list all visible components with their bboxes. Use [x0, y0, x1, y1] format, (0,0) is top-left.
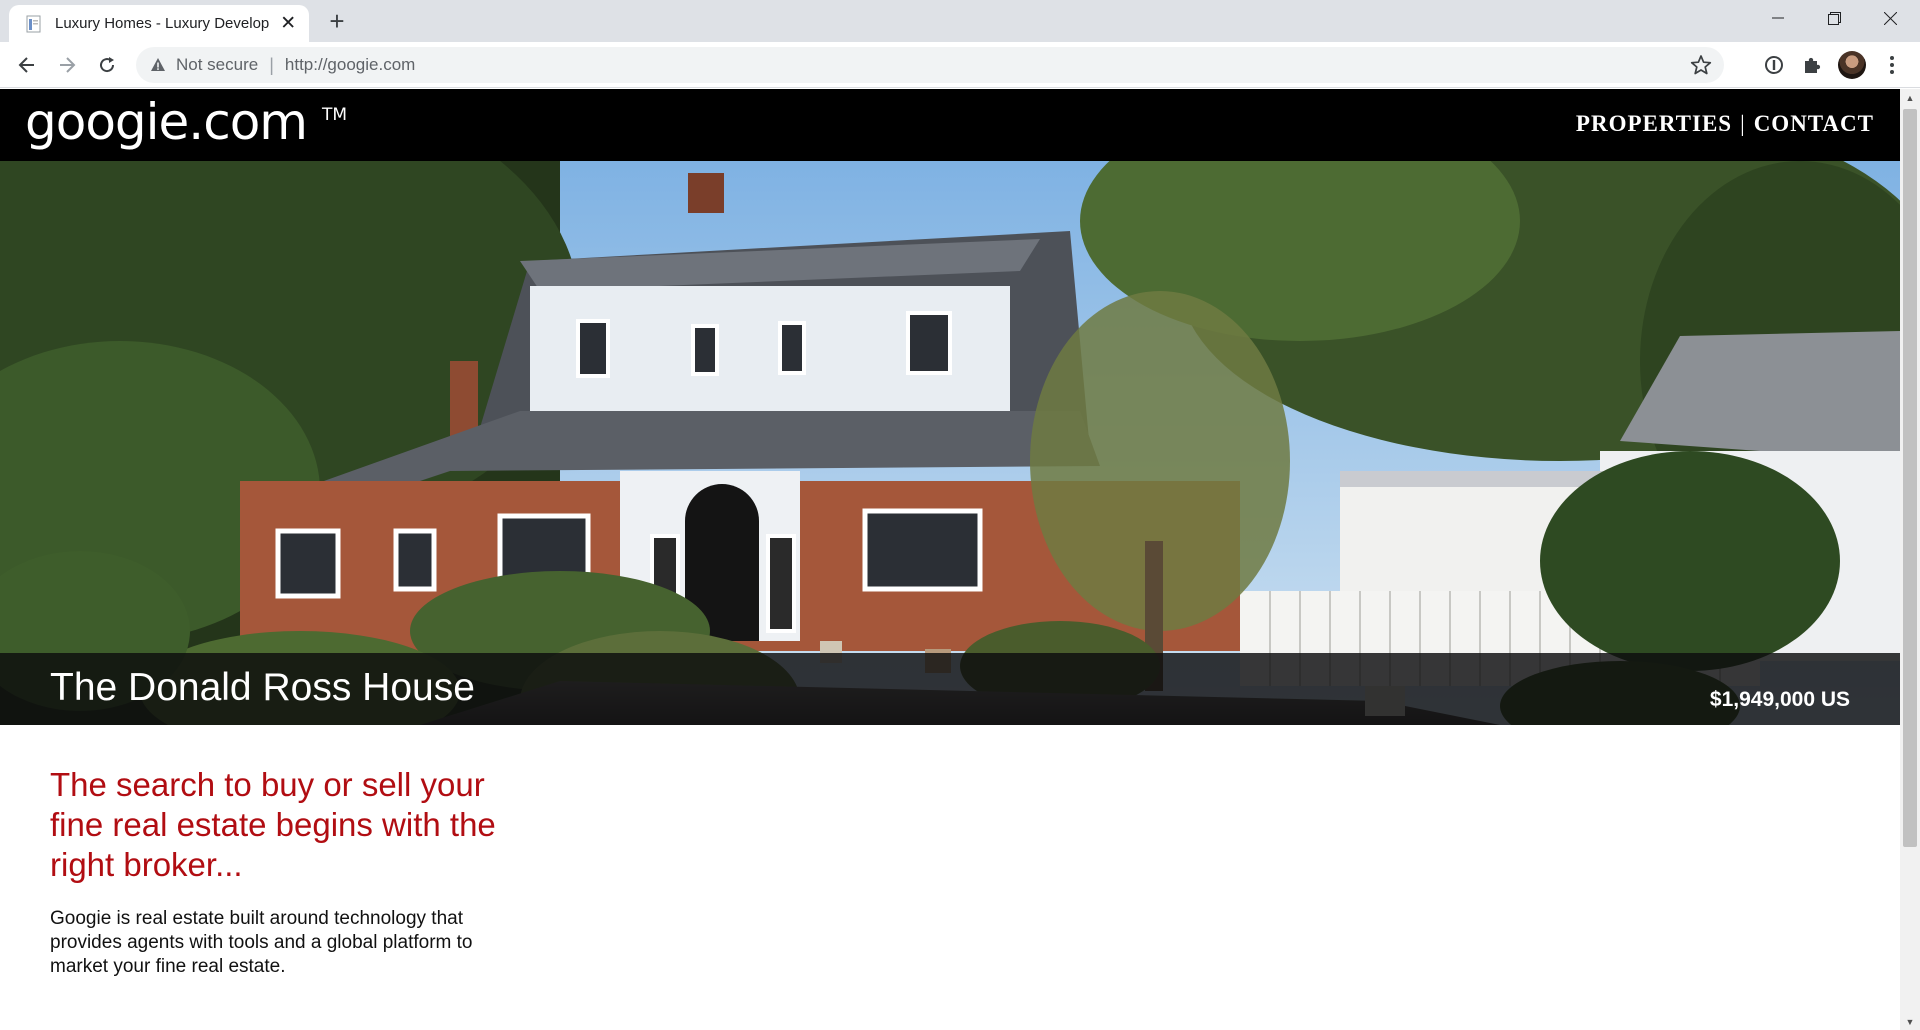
password-manager-icon[interactable] [1762, 53, 1786, 77]
tab-strip: Luxury Homes - Luxury Developm ✕ + [0, 0, 1920, 42]
restore-button[interactable] [1806, 0, 1862, 36]
security-indicator[interactable]: Not secure [150, 55, 258, 75]
property-price: $1,949,000 US [1709, 688, 1850, 711]
page-viewport: googie.com TM PROPERTIES | CONTACT The D… [0, 89, 1900, 1030]
scrollbar-thumb[interactable] [1903, 109, 1917, 847]
nav-contact-link[interactable]: CONTACT [1754, 111, 1874, 137]
page-favicon-icon [25, 15, 43, 33]
site-logo[interactable]: googie.com [25, 93, 308, 151]
extensions-puzzle-icon[interactable] [1800, 53, 1824, 77]
reload-icon [100, 57, 115, 73]
site-header: googie.com TM PROPERTIES | CONTACT [0, 89, 1900, 161]
reload-button[interactable] [92, 50, 122, 80]
hero-photo: The Donald Ross House $1,949,000 US [0, 161, 1900, 725]
page-scrollbar[interactable]: ▲ ▼ [1900, 89, 1920, 1030]
nav-separator: | [1740, 111, 1746, 136]
browser-toolbar: Not secure | http://googie.com [0, 42, 1920, 88]
url-text[interactable]: http://googie.com [285, 55, 415, 75]
address-separator: | [269, 54, 274, 75]
forward-arrow-icon [60, 57, 76, 73]
back-button[interactable] [12, 50, 42, 80]
back-arrow-icon [18, 57, 34, 73]
browser-menu-icon[interactable] [1880, 53, 1904, 77]
intro-paragraph: Googie is real estate built around techn… [50, 908, 473, 977]
property-title[interactable]: The Donald Ross House [50, 666, 475, 710]
close-window-button[interactable] [1862, 0, 1918, 36]
forward-button[interactable] [52, 50, 82, 80]
address-bar[interactable]: Not secure | http://googie.com [136, 47, 1724, 83]
warning-icon [151, 58, 165, 71]
tab-close-icon[interactable]: ✕ [277, 13, 299, 35]
minimize-button[interactable] [1750, 0, 1806, 36]
bookmark-star-icon[interactable] [1690, 54, 1712, 76]
house-photo-image [0, 161, 1900, 725]
main-nav: PROPERTIES | CONTACT [1576, 111, 1874, 137]
nav-properties-link[interactable]: PROPERTIES [1576, 111, 1732, 137]
scroll-up-arrow-icon[interactable]: ▲ [1900, 89, 1920, 106]
tagline-heading: The search to buy or sell your fine real… [50, 766, 496, 883]
tab-title: Luxury Homes - Luxury Developm [55, 15, 270, 32]
browser-tab[interactable]: Luxury Homes - Luxury Developm ✕ [9, 5, 309, 42]
not-secure-label: Not secure [176, 55, 259, 74]
logo-trademark: TM [322, 105, 348, 125]
profile-avatar[interactable] [1838, 51, 1866, 79]
new-tab-button[interactable]: + [322, 6, 352, 36]
scroll-down-arrow-icon[interactable]: ▼ [1900, 1013, 1920, 1030]
